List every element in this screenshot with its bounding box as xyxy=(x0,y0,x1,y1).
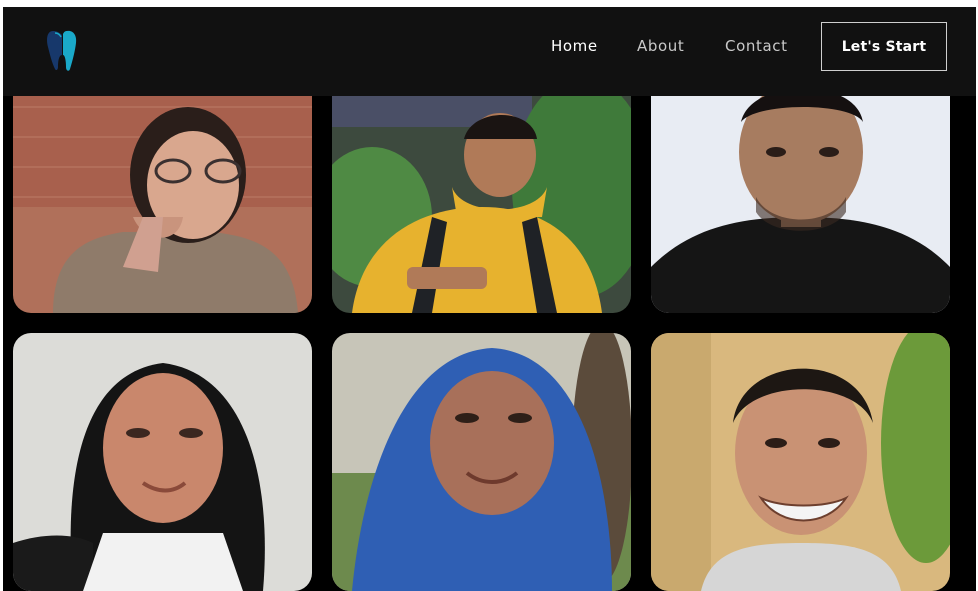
nav-contact-link[interactable]: Contact xyxy=(725,37,788,55)
page-frame: Home About Contact Let's Start xyxy=(3,7,976,591)
team-photo-5 xyxy=(332,333,631,591)
team-photo-1 xyxy=(13,67,312,313)
navbar: Home About Contact Let's Start xyxy=(3,7,976,96)
team-photo-4 xyxy=(13,333,312,591)
team-photo-2 xyxy=(332,67,631,313)
team-photo-3 xyxy=(651,67,950,313)
nav-about-link[interactable]: About xyxy=(637,37,684,55)
nav-home-link[interactable]: Home xyxy=(551,37,598,55)
lets-start-button[interactable]: Let's Start xyxy=(821,22,947,71)
team-photo-6 xyxy=(651,333,950,591)
tooth-logo-icon[interactable] xyxy=(43,25,83,75)
